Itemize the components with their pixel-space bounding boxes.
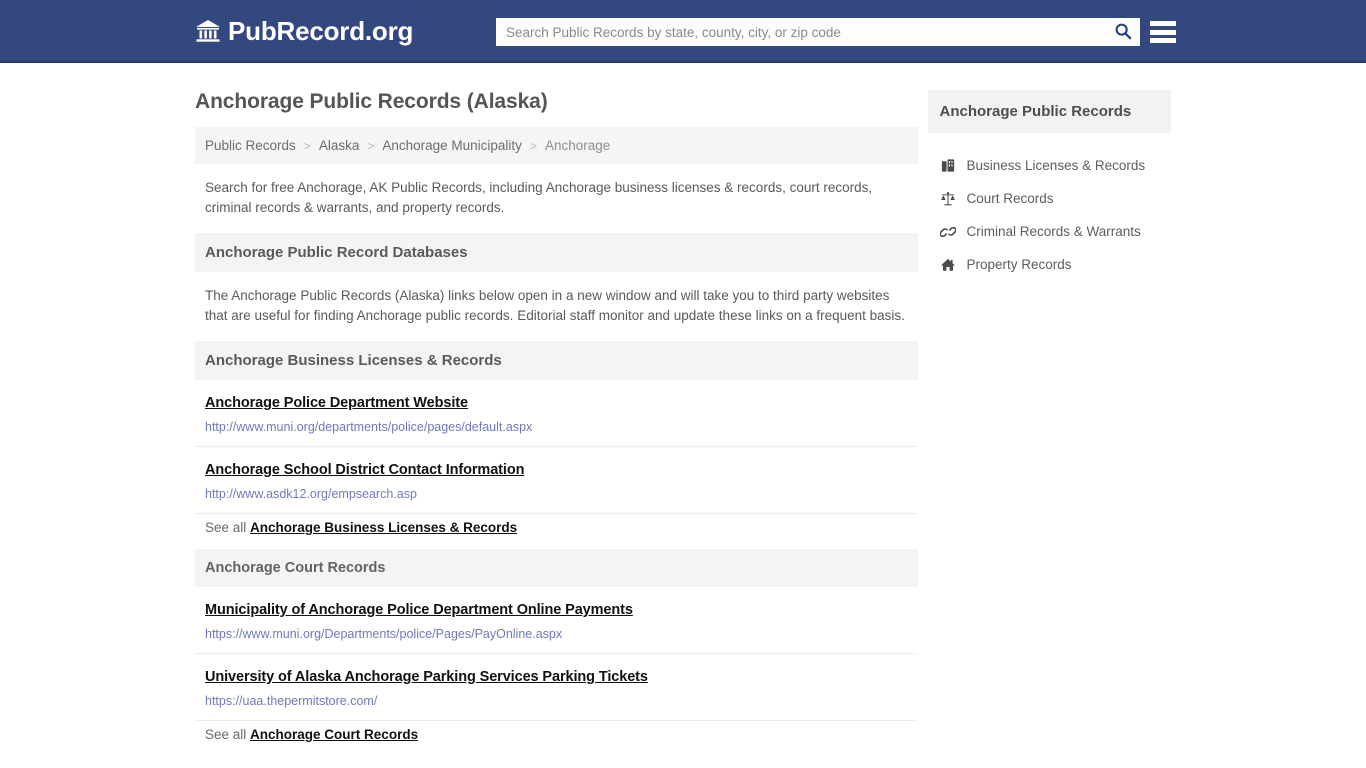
scales-of-justice-icon xyxy=(940,190,957,207)
hamburger-menu-button[interactable] xyxy=(1150,19,1176,45)
sidebar-item-business-licenses[interactable]: Business Licenses & Records xyxy=(928,149,1171,182)
see-all-row: See all Anchorage Business Licenses & Re… xyxy=(195,514,918,537)
breadcrumb-separator: > xyxy=(303,138,311,153)
link-entry: Municipality of Anchorage Police Departm… xyxy=(195,587,918,654)
hamburger-menu-icon xyxy=(1150,21,1176,26)
sidebar-item-label: Court Records xyxy=(966,191,1054,206)
site-logo[interactable]: PubRecord.org xyxy=(195,18,413,44)
search-button[interactable] xyxy=(1106,18,1140,46)
record-link-url: http://www.asdk12.org/empsearch.asp xyxy=(205,487,417,501)
sidebar-item-label: Property Records xyxy=(966,257,1072,272)
breadcrumb-item-anchorage: Anchorage xyxy=(544,138,611,153)
see-all-link-business-licenses[interactable]: Anchorage Business Licenses & Records xyxy=(250,520,517,535)
see-all-prefix: See all xyxy=(205,520,247,535)
bank-building-icon xyxy=(195,19,221,43)
record-link-url: https://uaa.thepermitstore.com/ xyxy=(205,694,378,708)
sidebar-item-property-records[interactable]: Property Records xyxy=(928,248,1171,281)
sidebar-item-court-records[interactable]: Court Records xyxy=(928,182,1171,215)
sidebar-list: Business Licenses & Records Court Record… xyxy=(928,149,1171,281)
breadcrumb-separator: > xyxy=(367,138,375,153)
section-heading-court-records: Anchorage Court Records xyxy=(195,549,918,587)
house-icon xyxy=(940,256,957,273)
breadcrumb-item-alaska[interactable]: Alaska xyxy=(319,138,360,153)
search-bar xyxy=(496,18,1140,46)
breadcrumb-separator: > xyxy=(529,138,537,153)
breadcrumb-item-public-records[interactable]: Public Records xyxy=(205,138,296,153)
site-header: PubRecord.org xyxy=(0,0,1366,63)
see-all-link-court-records[interactable]: Anchorage Court Records xyxy=(250,727,418,742)
record-link-title[interactable]: Anchorage Police Department Website xyxy=(205,395,468,411)
page-body: Anchorage Public Records (Alaska) Public… xyxy=(0,63,1366,744)
search-input[interactable] xyxy=(496,18,1106,46)
databases-section-heading: Anchorage Public Record Databases xyxy=(195,233,918,272)
sidebar-item-label: Criminal Records & Warrants xyxy=(966,224,1141,239)
sidebar: Anchorage Public Records Business Licens… xyxy=(927,63,1171,744)
hamburger-menu-icon xyxy=(1150,38,1176,43)
link-entry: Anchorage School District Contact Inform… xyxy=(195,447,918,514)
intro-paragraph: Search for free Anchorage, AK Public Rec… xyxy=(205,180,873,215)
breadcrumb: Public Records > Alaska > Anchorage Muni… xyxy=(195,127,918,164)
breadcrumb-item-anchorage-municipality[interactable]: Anchorage Municipality xyxy=(382,138,522,153)
sidebar-item-criminal-records[interactable]: Criminal Records & Warrants xyxy=(928,215,1171,248)
section-heading-business-licenses: Anchorage Business Licenses & Records xyxy=(195,341,918,380)
site-logo-text: PubRecord.org xyxy=(228,15,414,46)
handcuffs-link-icon xyxy=(940,223,957,240)
sidebar-heading: Anchorage Public Records xyxy=(927,90,1171,133)
page-title: Anchorage Public Records (Alaska) xyxy=(195,90,548,113)
hamburger-menu-icon xyxy=(1150,29,1176,35)
record-link-url: https://www.muni.org/Departments/police/… xyxy=(205,627,563,641)
link-entry: Anchorage Police Department Website http… xyxy=(195,380,918,447)
see-all-prefix: See all xyxy=(205,727,247,742)
sidebar-item-label: Business Licenses & Records xyxy=(966,158,1146,173)
see-all-row: See all Anchorage Court Records xyxy=(195,721,918,744)
search-icon xyxy=(1114,22,1132,43)
databases-paragraph: The Anchorage Public Records (Alaska) li… xyxy=(205,288,905,323)
record-link-title[interactable]: University of Alaska Anchorage Parking S… xyxy=(205,669,648,685)
record-link-title[interactable]: Anchorage School District Contact Inform… xyxy=(205,462,524,478)
briefcase-icon xyxy=(940,157,957,174)
record-link-url: http://www.muni.org/departments/police/p… xyxy=(205,420,533,434)
link-entry: University of Alaska Anchorage Parking S… xyxy=(195,654,918,721)
record-link-title[interactable]: Municipality of Anchorage Police Departm… xyxy=(205,602,633,618)
main-content: Anchorage Public Records (Alaska) Public… xyxy=(195,63,918,744)
